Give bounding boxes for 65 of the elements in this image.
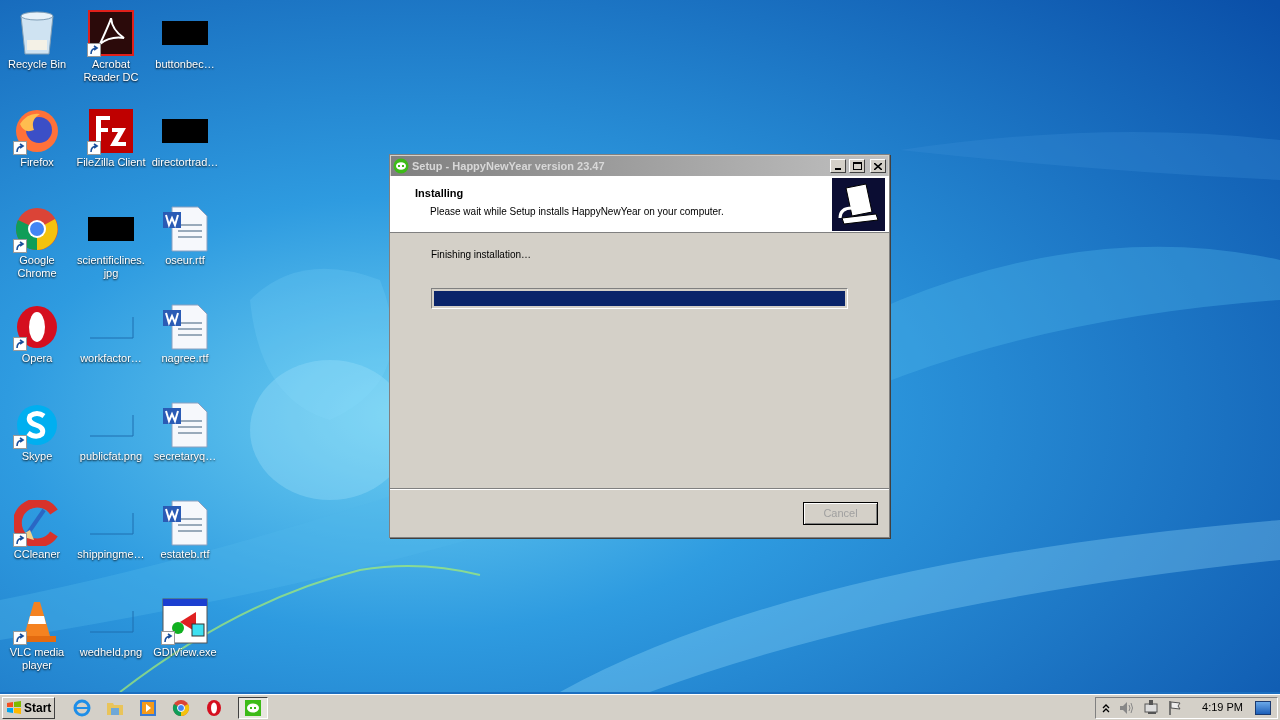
start-button[interactable]: Start — [2, 696, 56, 719]
thumbnail-icon — [88, 609, 134, 633]
thumbnail-icon — [88, 315, 134, 339]
skype-icon — [14, 402, 60, 448]
acrobat-icon — [88, 10, 134, 56]
maximize-icon — [852, 162, 862, 170]
thumbnail-icon — [88, 413, 134, 437]
desktop-icon-label[interactable]: estateb.rtf — [150, 548, 220, 561]
chevron-up-icon — [1102, 702, 1111, 713]
document-icon — [162, 402, 208, 448]
chat-bubble-icon — [393, 158, 409, 174]
desktop-icon-label[interactable]: directortrad… — [150, 156, 220, 169]
desktop-icon-label[interactable]: wedheld.png — [76, 646, 146, 659]
document-icon — [162, 304, 208, 350]
desktop-icon-label[interactable]: VLC media player — [2, 646, 72, 672]
desktop-icon-label[interactable]: secretaryq… — [150, 450, 220, 463]
maximize-button[interactable] — [849, 159, 865, 173]
desktop-icon-label[interactable]: FileZilla Client — [76, 156, 146, 169]
desktop-icon-label[interactable]: workfactor… — [76, 352, 146, 365]
desktop-icon-label[interactable]: Firefox — [2, 156, 72, 169]
desktop-icon-label[interactable]: Skype — [2, 450, 72, 463]
show-desktop-button[interactable] — [1255, 700, 1271, 715]
desktop-icon-label[interactable]: Google Chrome — [2, 254, 72, 280]
network-icon — [1144, 700, 1161, 715]
desktop-icon-label[interactable]: Opera — [2, 352, 72, 365]
desktop-icon-label[interactable]: scientificlines.jpg — [76, 254, 146, 280]
desktop-icon-label[interactable]: shippingme… — [76, 548, 146, 561]
minimize-button[interactable] — [830, 159, 846, 173]
desktop-icon-label[interactable]: publicfat.png — [76, 450, 146, 463]
opera-icon — [14, 304, 60, 350]
windows-logo-icon — [6, 700, 22, 715]
thumbnail-icon — [88, 217, 134, 241]
opera-icon — [205, 698, 224, 717]
window-title: Setup - HappyNewYear version 23.47 — [412, 158, 606, 174]
page-heading: Installing — [415, 186, 465, 201]
media-player-icon — [139, 698, 158, 717]
close-icon — [874, 162, 882, 170]
chat-bubble-icon — [244, 698, 263, 717]
desktop-icon-label[interactable]: CCleaner — [2, 548, 72, 561]
document-icon — [162, 206, 208, 252]
desktop-icon-label[interactable]: GDIView.exe — [150, 646, 220, 659]
chrome-icon — [172, 698, 191, 717]
recycle-bin-icon — [17, 10, 57, 56]
flag-icon — [1168, 700, 1183, 715]
minimize-icon — [835, 168, 841, 170]
status-text: Finishing installation… — [431, 248, 533, 262]
document-icon — [162, 500, 208, 546]
thumbnail-icon — [162, 119, 208, 143]
internet-explorer-icon — [73, 698, 92, 717]
app-window-icon — [162, 598, 208, 644]
ccleaner-icon — [14, 500, 60, 546]
desktop-icon-label[interactable]: oseur.rtf — [150, 254, 220, 267]
thumbnail-icon — [162, 21, 208, 45]
desktop-icon-label[interactable]: nagree.rtf — [150, 352, 220, 365]
taskbar-button[interactable] — [238, 696, 269, 719]
clock[interactable]: 4:19 PM — [1202, 699, 1243, 716]
firefox-icon — [14, 108, 60, 154]
filezilla-icon — [88, 108, 134, 154]
desktop-icon-label[interactable]: buttonbec… — [150, 58, 220, 71]
page-subheading: Please wait while Setup installs HappyNewYear on your computer. — [429, 204, 725, 219]
chrome-icon — [14, 206, 60, 252]
desktop-icon-label[interactable]: Acrobat Reader DC — [76, 58, 146, 84]
thumbnail-icon — [88, 511, 134, 535]
desktop-icon-label[interactable]: Recycle Bin — [2, 58, 72, 71]
close-button[interactable] — [870, 159, 886, 173]
